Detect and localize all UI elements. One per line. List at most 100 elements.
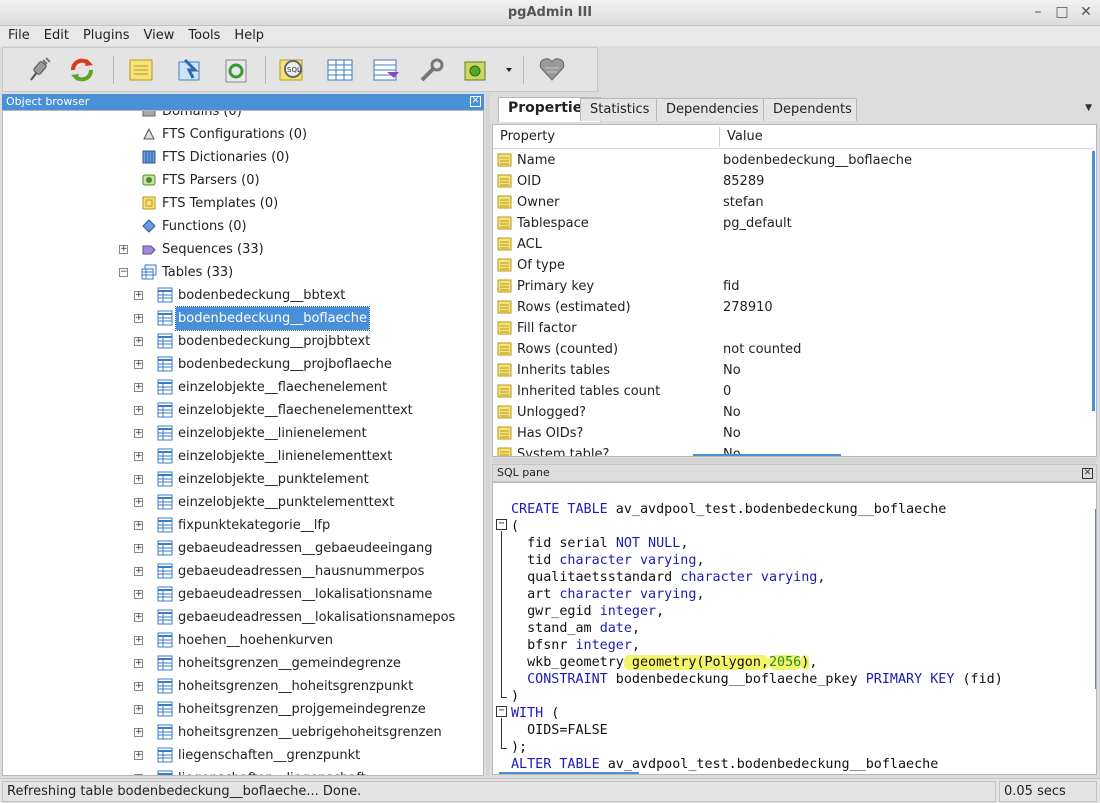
property-row[interactable]: Primary key fid [493, 276, 1093, 297]
tree-item-table[interactable]: + fixpunktekategorie__lfp [3, 514, 483, 537]
property-row[interactable]: Rows (estimated) 278910 [493, 297, 1093, 318]
tree-item-label[interactable]: FTS Dictionaries (0) [160, 146, 292, 169]
object-browser-tree[interactable]: Domains (0) FTS Configurations (0) FTS Dic… [2, 110, 484, 776]
property-row[interactable]: Unlogged? No [493, 402, 1093, 423]
tree-item-table[interactable]: + gebaeudeadressen__lokalisationsnamepos [3, 606, 483, 629]
properties-hscrollbar[interactable] [693, 454, 841, 456]
view-filtered-data-icon[interactable] [371, 56, 401, 84]
fold-minus-icon[interactable]: − [496, 706, 507, 717]
property-column-header[interactable]: Property [500, 125, 555, 149]
expand-icon[interactable]: + [134, 705, 143, 714]
tree-item[interactable]: FTS Configurations (0) [3, 123, 483, 146]
menu-edit[interactable]: Edit [44, 26, 75, 46]
tree-item-label[interactable]: hoheitsgrenzen__projgemeindegrenze [176, 698, 428, 721]
tree-item-label[interactable]: FTS Configurations (0) [160, 123, 309, 146]
expand-icon[interactable]: + [134, 774, 143, 775]
properties-icon[interactable] [127, 56, 157, 84]
tree-item-label[interactable]: einzelobjekte__punktelementtext [176, 491, 396, 514]
tree-item-table[interactable]: + bodenbedeckung__projboflaeche [3, 353, 483, 376]
expand-icon[interactable]: + [134, 429, 143, 438]
tree-item-table[interactable]: + liegenschaften__grenzpunkt [3, 744, 483, 767]
vertical-splitter[interactable] [486, 94, 490, 776]
tree-item[interactable]: Domains (0) [3, 111, 483, 123]
tree-item-label[interactable]: gebaeudeadressen__lokalisationsnamepos [176, 606, 457, 629]
property-row[interactable]: Name bodenbedeckung__boflaeche [493, 150, 1093, 171]
expand-icon[interactable]: + [119, 245, 128, 254]
property-row[interactable]: Has OIDs? No [493, 423, 1093, 444]
properties-vscrollbar[interactable] [1092, 151, 1095, 411]
expand-icon[interactable]: + [134, 383, 143, 392]
tree-item-table[interactable]: + einzelobjekte__punktelementtext [3, 491, 483, 514]
tree-item-label[interactable]: Sequences (33) [160, 238, 266, 261]
property-row[interactable]: Inherited tables count 0 [493, 381, 1093, 402]
sql-icon[interactable]: SQL [277, 56, 307, 84]
tree-item-label[interactable]: hoehen__hoehenkurven [176, 629, 335, 652]
tree-item-table[interactable]: + hoheitsgrenzen__gemeindegrenze [3, 652, 483, 675]
menu-tools[interactable]: Tools [188, 26, 226, 46]
property-row[interactable]: Owner stefan [493, 192, 1093, 213]
property-row[interactable]: Tablespace pg_default [493, 213, 1093, 234]
tree-item-label[interactable]: gebaeudeadressen__lokalisationsname [176, 583, 434, 606]
tree-item-table[interactable]: + hoheitsgrenzen__uebrigehoheitsgrenzen [3, 721, 483, 744]
value-column-header[interactable]: Value [727, 125, 763, 149]
tree-item-label[interactable]: hoheitsgrenzen__uebrigehoheitsgrenzen [176, 721, 444, 744]
tree-item[interactable]: + Sequences (33) [3, 238, 483, 261]
tree-item-label[interactable]: FTS Parsers (0) [160, 169, 262, 192]
property-row[interactable]: Rows (counted) not counted [493, 339, 1093, 360]
tree-item-table[interactable]: + einzelobjekte__punktelement [3, 468, 483, 491]
collapse-icon[interactable]: − [119, 268, 128, 277]
sql-vscrollbar[interactable] [1095, 509, 1096, 689]
fold-minus-icon[interactable]: − [496, 519, 507, 530]
property-row[interactable]: OID 85289 [493, 171, 1093, 192]
expand-icon[interactable]: + [134, 337, 143, 346]
view-data-icon[interactable] [325, 56, 355, 84]
tree-item-label[interactable]: einzelobjekte__flaechenelement [176, 376, 389, 399]
tree-item-table[interactable]: + einzelobjekte__linienelementtext [3, 445, 483, 468]
sql-pane-editor[interactable]: − − CREATE TABLE av_avdpool_test.bodenbe… [492, 482, 1097, 775]
tree-item[interactable]: FTS Parsers (0) [3, 169, 483, 192]
tree-item-label[interactable]: bodenbedeckung__boflaeche [175, 306, 370, 331]
expand-icon[interactable]: + [134, 452, 143, 461]
tab-dependents[interactable]: Dependents [763, 98, 857, 121]
expand-icon[interactable]: + [134, 291, 143, 300]
expand-icon[interactable]: + [134, 475, 143, 484]
expand-icon[interactable]: + [134, 590, 143, 599]
horizontal-splitter[interactable] [492, 458, 1097, 463]
menu-file[interactable]: File [8, 26, 36, 46]
tree-item-label[interactable]: gebaeudeadressen__gebaeudeeingang [176, 537, 435, 560]
expand-icon[interactable]: + [134, 567, 143, 576]
tree-item-table[interactable]: + gebaeudeadressen__lokalisationsname [3, 583, 483, 606]
tree-item-table[interactable]: + einzelobjekte__linienelement [3, 422, 483, 445]
tree-item-label[interactable]: hoheitsgrenzen__hoheitsgrenzpunkt [176, 675, 415, 698]
menu-help[interactable]: Help [234, 26, 270, 46]
tree-item-table[interactable]: + gebaeudeadressen__gebaeudeeingang [3, 537, 483, 560]
tree-item-table[interactable]: + hoehen__hoehenkurven [3, 629, 483, 652]
menu-view[interactable]: View [144, 26, 181, 46]
tree-item-label[interactable]: hoheitsgrenzen__gemeindegrenze [176, 652, 403, 675]
tree-item[interactable]: Functions (0) [3, 215, 483, 238]
tree-item-table[interactable]: + einzelobjekte__flaechenelement [3, 376, 483, 399]
maintenance-icon[interactable] [417, 56, 447, 84]
connect-icon[interactable] [23, 56, 53, 84]
tree-item-table[interactable]: + hoheitsgrenzen__hoheitsgrenzpunkt [3, 675, 483, 698]
expand-icon[interactable]: + [134, 544, 143, 553]
tree-item-table[interactable]: + einzelobjekte__flaechenelementtext [3, 399, 483, 422]
plugins-icon[interactable] [461, 56, 491, 84]
maximize-button[interactable]: □ [1054, 3, 1070, 21]
expand-icon[interactable]: + [134, 360, 143, 369]
tree-item-label[interactable]: einzelobjekte__punktelement [176, 468, 371, 491]
tree-item-label[interactable]: einzelobjekte__linienelement [176, 422, 369, 445]
expand-icon[interactable]: + [134, 728, 143, 737]
tree-item-table[interactable]: + hoheitsgrenzen__projgemeindegrenze [3, 698, 483, 721]
tree-item-table[interactable]: + bodenbedeckung__bbtext [3, 284, 483, 307]
expand-icon[interactable]: + [134, 613, 143, 622]
expand-icon[interactable]: + [134, 659, 143, 668]
tree-item-label[interactable]: Domains (0) [160, 111, 244, 123]
tree-item[interactable]: − Tables (33) [3, 261, 483, 284]
refresh-icon[interactable] [67, 56, 97, 84]
close-icon[interactable]: ✕ [1082, 468, 1093, 479]
tree-item-label[interactable]: FTS Templates (0) [160, 192, 280, 215]
tree-item-label[interactable]: gebaeudeadressen__hausnummerpos [176, 560, 426, 583]
expand-icon[interactable]: + [134, 521, 143, 530]
expand-icon[interactable]: + [134, 636, 143, 645]
